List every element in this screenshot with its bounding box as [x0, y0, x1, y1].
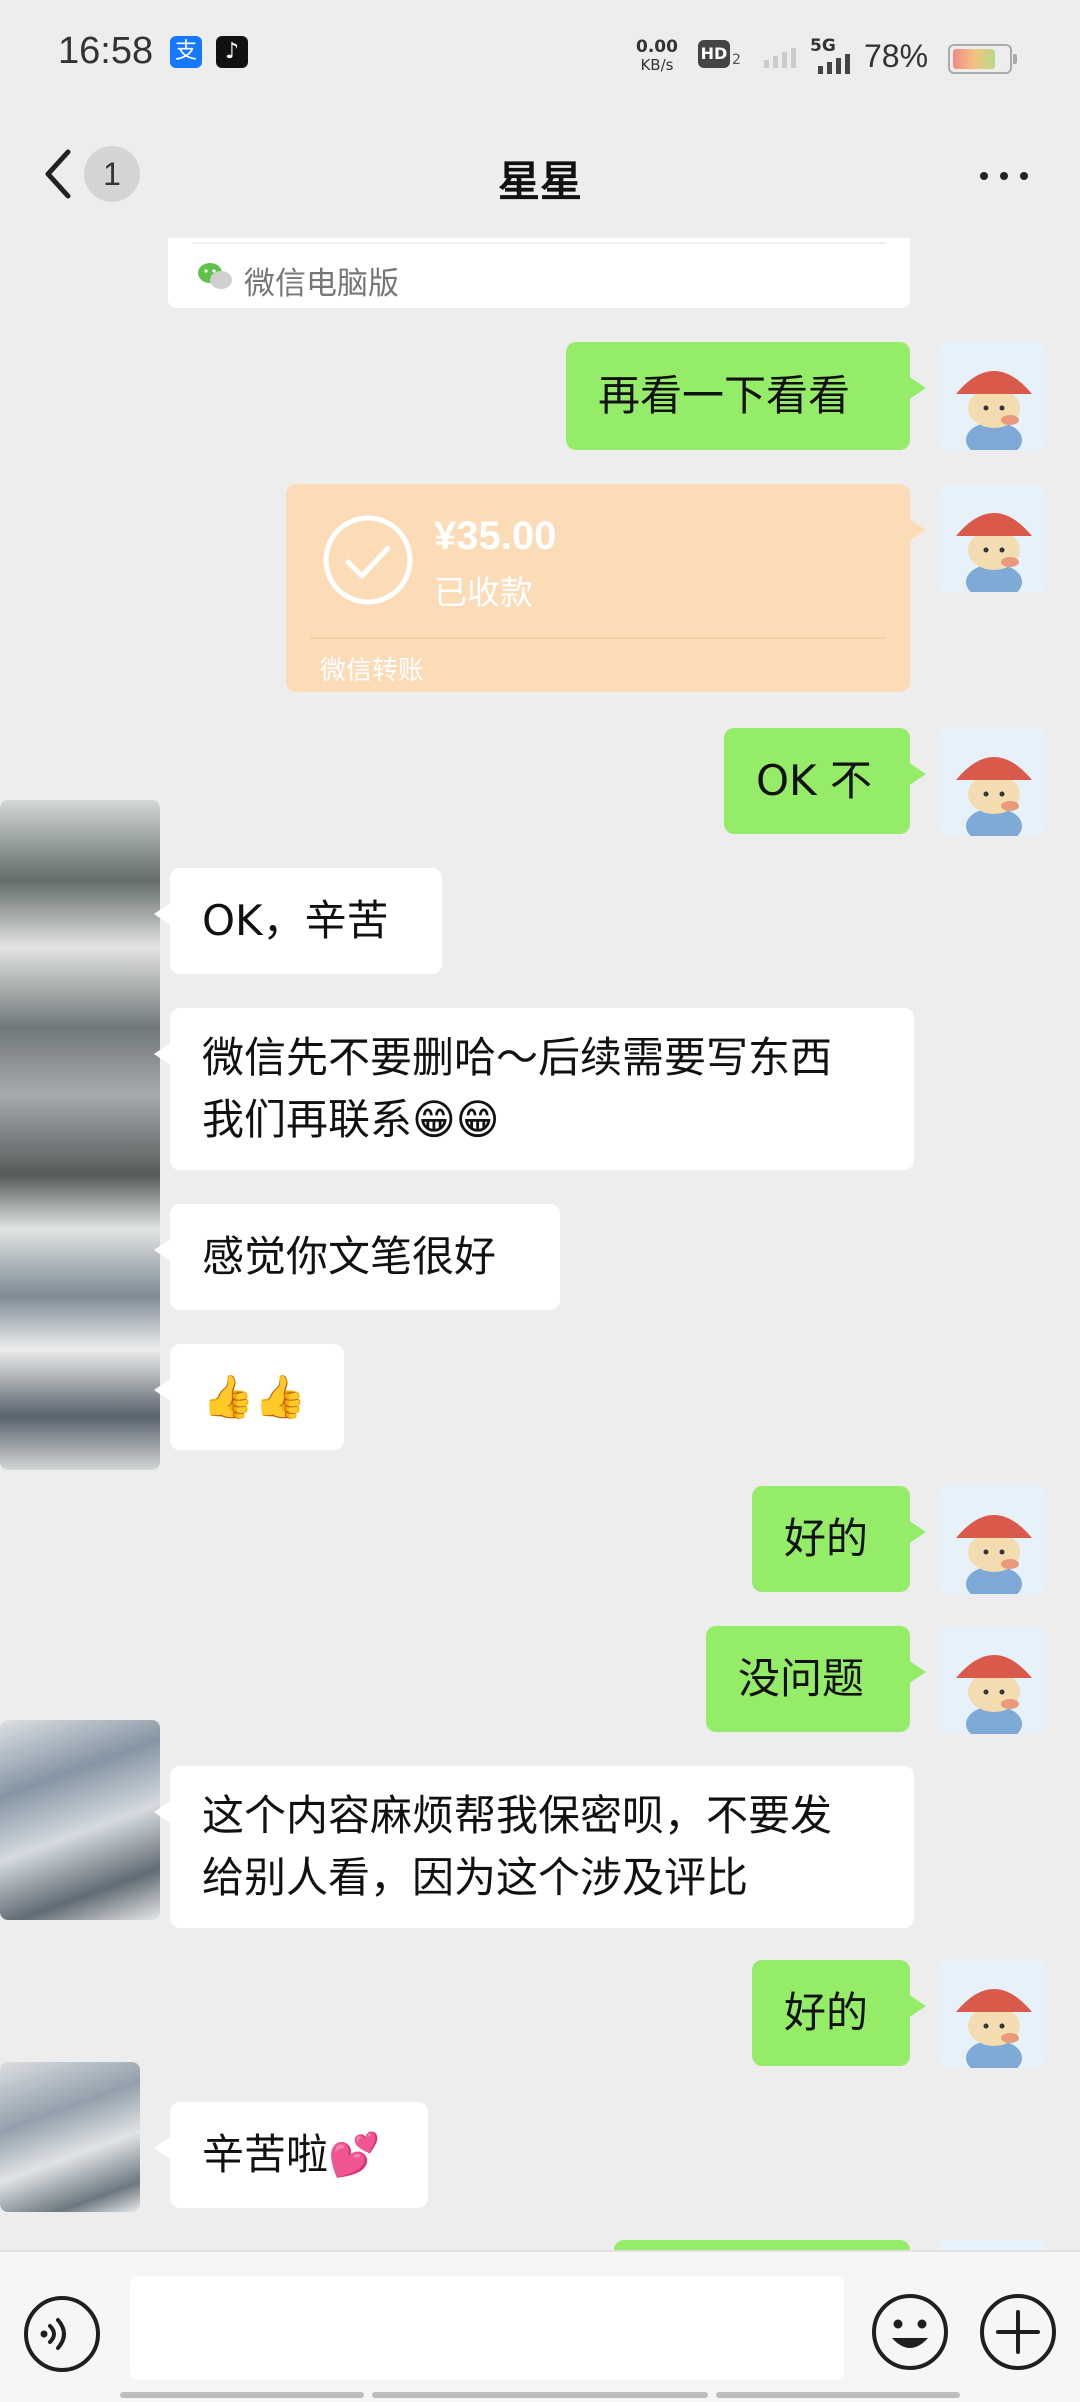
chat-title: 星星 — [497, 157, 582, 206]
straw-hat-dog-icon — [956, 371, 1032, 450]
my-avatar[interactable] — [938, 484, 1046, 592]
gesture-bar-left — [120, 2392, 364, 2398]
transfer-footer: 微信转账 — [320, 656, 425, 686]
received-message-bubble[interactable]: OK，辛苦 — [154, 868, 442, 974]
my-avatar[interactable] — [938, 1486, 1046, 1594]
gesture-bar-right — [716, 2392, 960, 2398]
my-avatar-partial[interactable] — [938, 2240, 1046, 2250]
received-check-icon — [323, 515, 413, 605]
received-message-bubble[interactable]: 辛苦啦💕 — [154, 2102, 428, 2208]
chat-input-bar — [0, 2250, 1080, 2402]
sent-message-bubble[interactable]: 好的 — [752, 1486, 926, 1592]
my-avatar[interactable] — [938, 342, 1046, 450]
message-input[interactable] — [130, 2276, 844, 2380]
network-speed: 0.00 KB/s — [636, 38, 678, 74]
hd-badge: HD — [698, 40, 730, 68]
straw-hat-dog-icon — [956, 1515, 1032, 1594]
my-avatar[interactable] — [938, 1626, 1046, 1734]
network-speed-value: 0.00 — [636, 37, 678, 57]
transfer-status: 已收款 — [434, 573, 533, 612]
alipay-icon: 支 — [170, 36, 202, 68]
my-avatar[interactable] — [938, 728, 1046, 836]
status-bar: 16:58 支 ♪ 0.00 KB/s HD 2 5G 78% — [0, 0, 1080, 120]
contact-avatar[interactable] — [0, 1720, 160, 1920]
message-source-card[interactable]: 微信电脑版 — [168, 238, 910, 308]
source-card-label: 微信电脑版 — [244, 266, 399, 302]
wechat-icon — [198, 263, 232, 289]
battery-percent: 78% — [864, 38, 929, 74]
received-message-bubble[interactable]: 微信先不要删哈～后续需要写东西 我们再联系😁😁 — [154, 1008, 914, 1170]
sent-message-bubble-partial[interactable] — [614, 2240, 910, 2250]
transfer-card[interactable]: ¥35.00 已收款 微信转账 — [286, 484, 926, 692]
received-message-bubble[interactable]: 这个内容麻烦帮我保密呗，不要发 给别人看，因为这个涉及评比 — [154, 1766, 914, 1928]
straw-hat-dog-icon — [956, 757, 1032, 836]
straw-hat-dog-icon — [956, 513, 1032, 592]
signal-icon-sim1 — [764, 48, 796, 68]
battery-icon — [948, 44, 1017, 74]
plus-icon[interactable] — [976, 2290, 1060, 2374]
my-avatar[interactable] — [938, 1960, 1046, 2068]
contact-avatar[interactable] — [0, 800, 160, 1470]
battery-fill — [953, 49, 995, 69]
hd-sub-label: 2 — [732, 52, 741, 68]
status-time: 16:58 — [58, 30, 154, 72]
sent-message-bubble[interactable]: OK 不 — [724, 728, 926, 834]
voice-icon[interactable] — [20, 2292, 104, 2376]
received-message-bubble[interactable]: 感觉你文笔很好 — [154, 1204, 560, 1310]
straw-hat-dog-icon — [956, 1989, 1032, 2068]
received-message-bubble[interactable]: 👍👍 — [154, 1344, 344, 1450]
emoji-icon[interactable] — [868, 2290, 952, 2374]
sent-message-bubble[interactable]: 好的 — [752, 1960, 926, 2066]
network-speed-unit: KB/s — [640, 56, 674, 74]
tiktok-icon: ♪ — [216, 36, 248, 68]
sent-message-bubble[interactable]: 没问题 — [706, 1626, 926, 1732]
transfer-amount: ¥35.00 — [434, 514, 557, 558]
more-options-button[interactable] — [976, 160, 1032, 190]
contact-avatar[interactable] — [0, 2062, 140, 2212]
gesture-bar-center — [372, 2392, 708, 2398]
signal-icon-sim2 — [818, 54, 850, 74]
sent-message-bubble[interactable]: 再看一下看看 — [566, 342, 926, 450]
straw-hat-dog-icon — [956, 1655, 1032, 1734]
